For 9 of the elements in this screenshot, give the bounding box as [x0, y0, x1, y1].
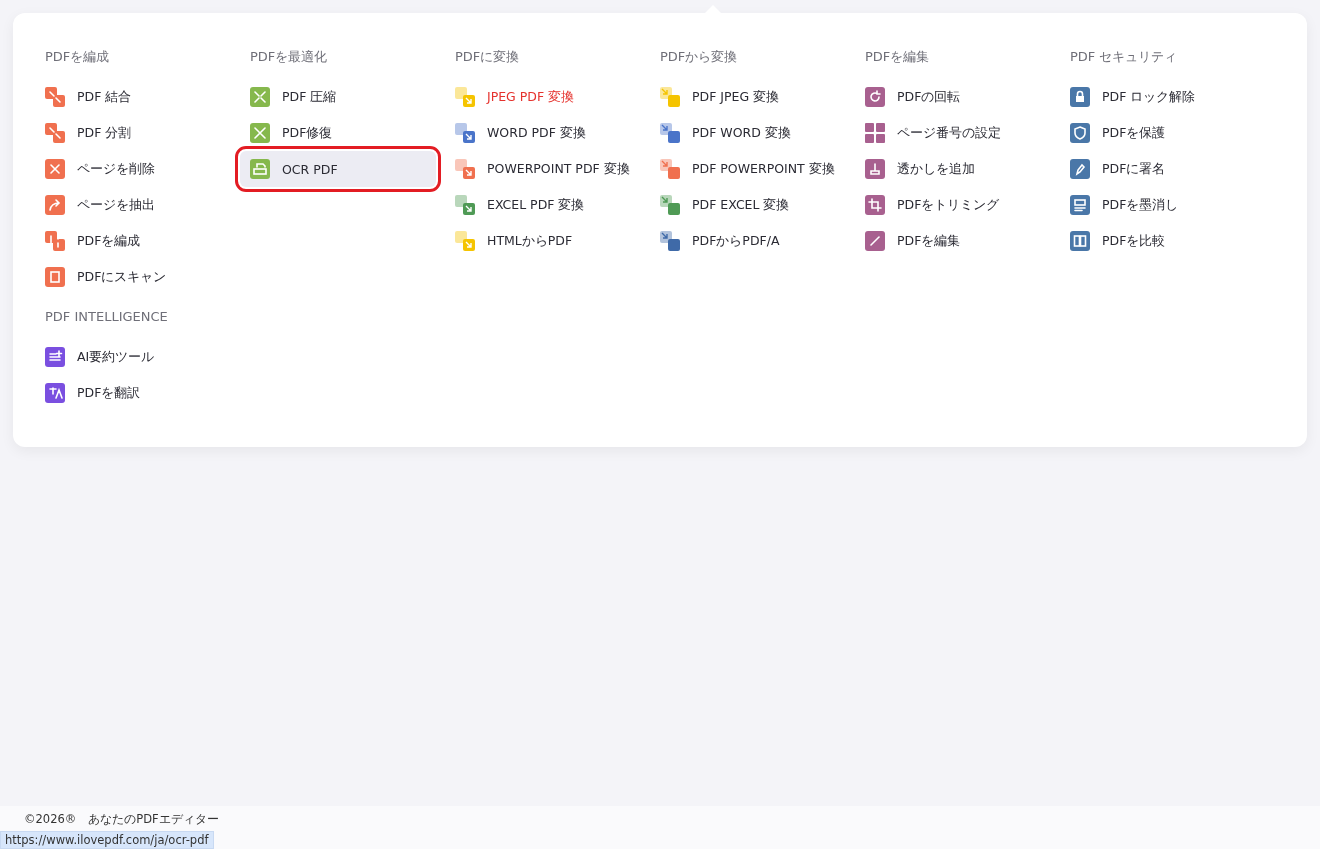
- section-heading: PDF INTELLIGENCE: [45, 308, 169, 326]
- section-heading: PDFから変換: [660, 48, 739, 66]
- section-heading: PDFを最適化: [250, 48, 329, 66]
- section-heading: PDFを編集: [865, 48, 931, 66]
- section-heading: PDFを編成: [45, 48, 111, 66]
- status-url: https://www.ilovepdf.com/ja/ocr-pdf: [0, 831, 214, 849]
- section-heading: PDFに変換: [455, 48, 521, 66]
- copyright-text: ©2026® あなたのPDFエディター: [24, 812, 219, 826]
- section-heading: PDF セキュリティ: [1070, 48, 1179, 66]
